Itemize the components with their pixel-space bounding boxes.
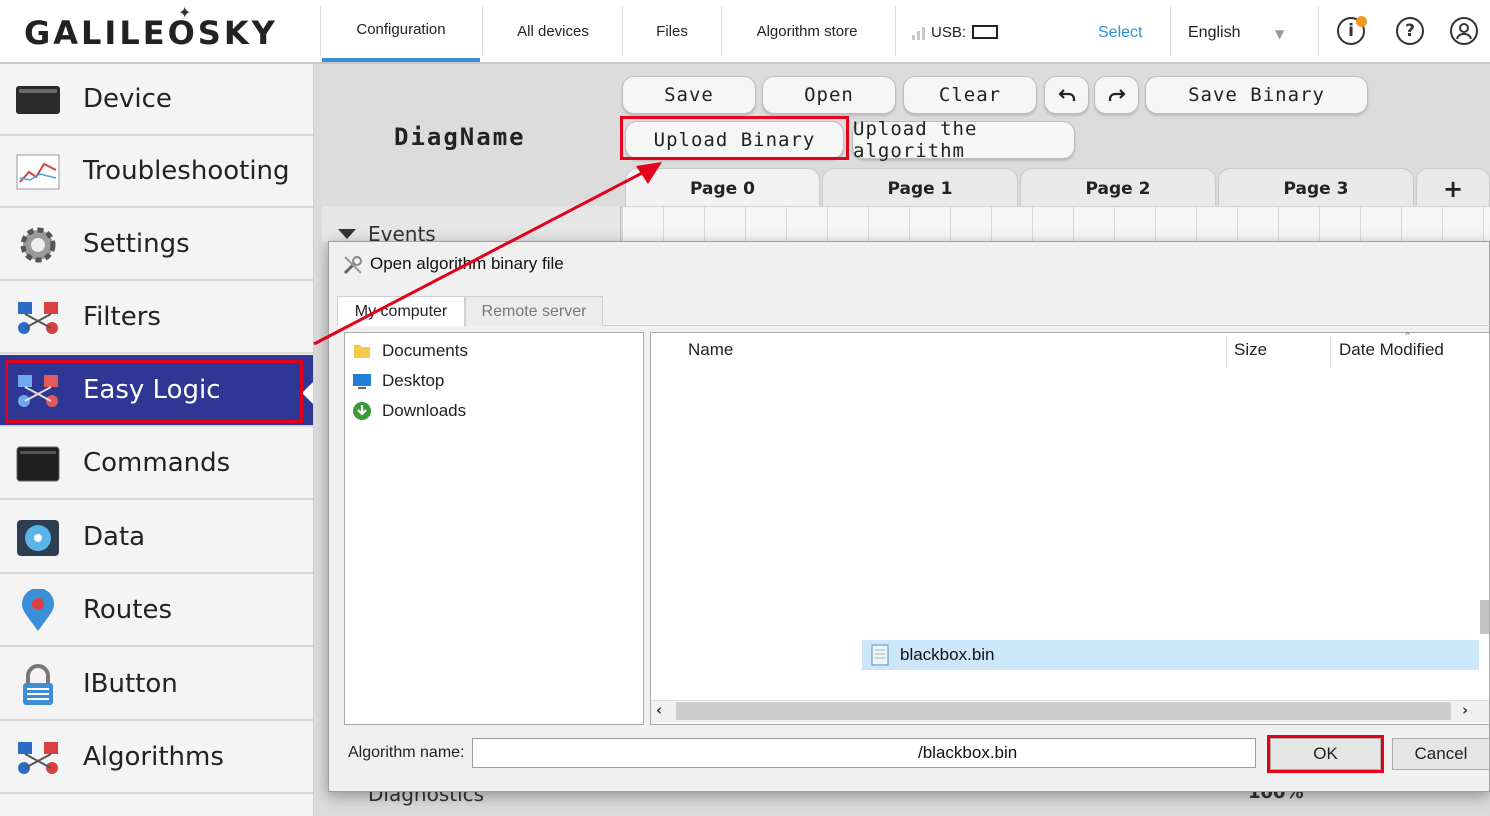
annotation-arrow [313, 162, 662, 346]
